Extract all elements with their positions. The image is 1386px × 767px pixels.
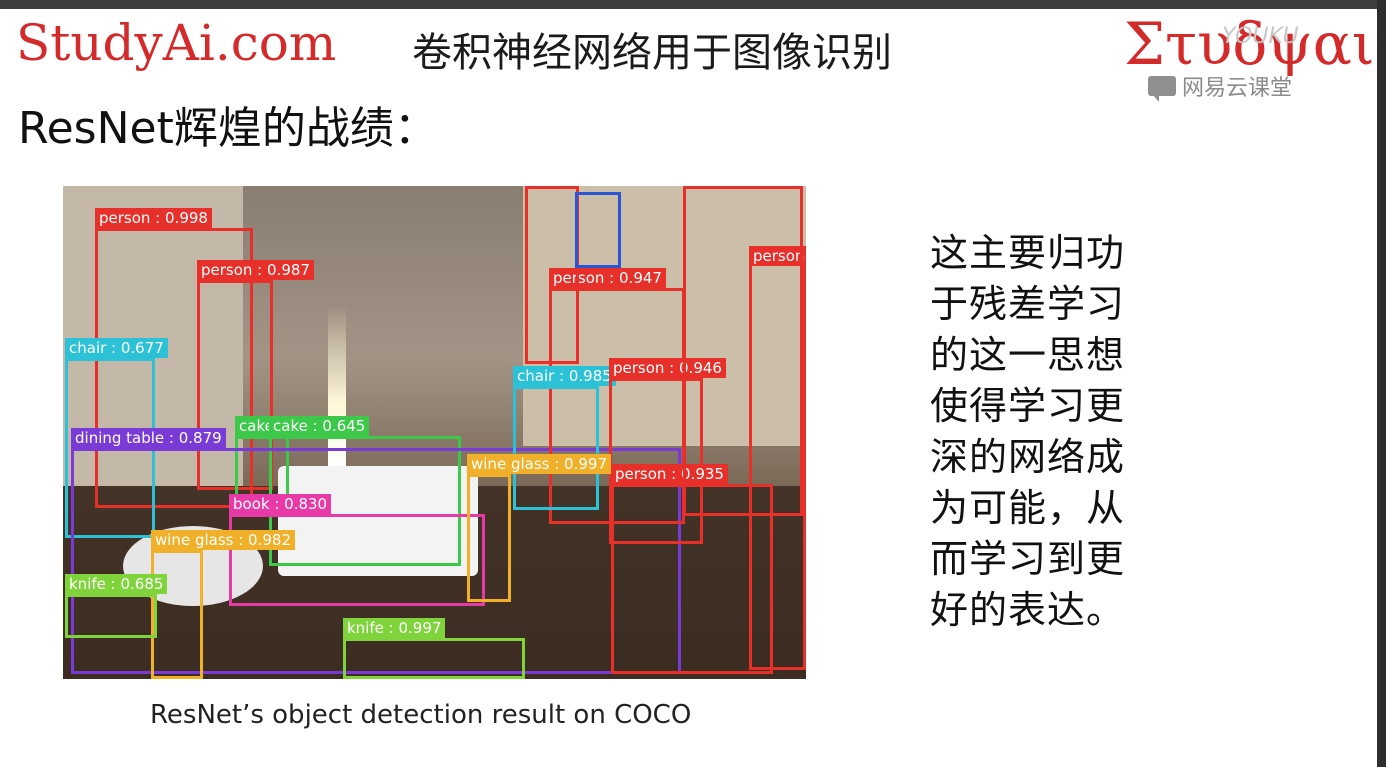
bbox-label-chair-1: chair : 0.677 <box>65 338 168 358</box>
bbox-label-wine-glass-1: wine glass : 0.982 <box>151 530 295 550</box>
bbox-label-book: book : 0.830 <box>229 494 332 514</box>
bbox-label-person-1: person : 0.998 <box>95 208 212 228</box>
bbox-label-cake-2: cake : 0.645 <box>269 416 370 436</box>
bbox-label-chair-2: chair : 0.985 <box>513 366 616 386</box>
video-right-bar <box>1377 0 1386 767</box>
bbox-label-wine-glass-2: wine glass : 0.997 <box>467 454 611 474</box>
side-explanation-text: 这主要归功于残差学习的这一思想使得学习更深的网络成为可能，从而学习到更好的表达。 <box>930 231 1126 632</box>
bbox-label-person-2: person : 0.987 <box>197 260 314 280</box>
bbox-book <box>229 514 485 606</box>
chat-bubble-icon <box>1148 76 1176 102</box>
course-title: 卷积神经网络用于图像识别 <box>412 30 892 76</box>
bbox-wine-glass-2 <box>467 474 511 602</box>
bbox-label-dining-table: dining table : 0.879 <box>71 428 226 448</box>
bbox-wine-glass-1 <box>151 550 203 679</box>
bbox-label-knife-1: knife : 0.685 <box>65 574 168 594</box>
bbox-potted-plant <box>575 192 621 268</box>
photo-caption: ResNet’s object detection result on COCO <box>150 700 692 730</box>
brand-logo-text: StudyAi.com <box>16 14 337 72</box>
bbox-knife-2 <box>343 638 525 679</box>
bbox-chair-2 <box>513 386 599 510</box>
bbox-knife-1 <box>65 594 157 638</box>
slide-heading: ResNet辉煌的战绩： <box>18 103 438 154</box>
bbox-person-7 <box>525 186 579 364</box>
netease-watermark: 网易云课堂 <box>1148 70 1292 102</box>
youku-watermark: YOUKU <box>1222 24 1299 49</box>
video-top-bar <box>0 0 1386 9</box>
watermark-label: 网易云课堂 <box>1182 76 1293 101</box>
bbox-label-knife-2: knife : 0.997 <box>343 618 446 638</box>
detection-photo: person : 0.998 person : 0.987 chair : 0.… <box>63 186 806 679</box>
bbox-person-8 <box>683 186 803 516</box>
